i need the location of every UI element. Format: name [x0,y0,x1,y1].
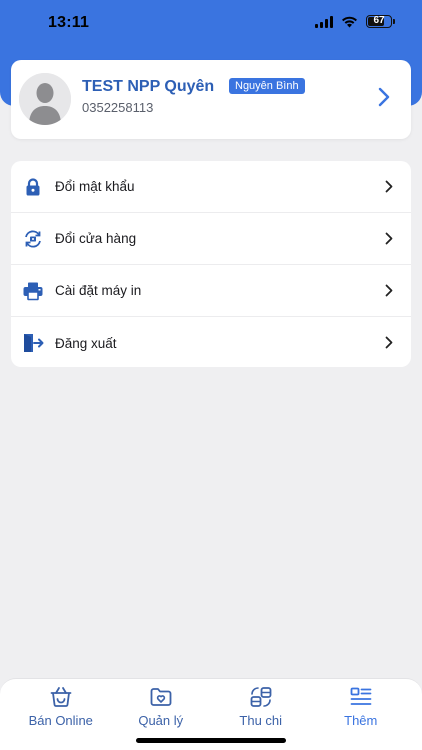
chevron-right-icon [385,180,393,193]
tab-label: Bán Online [28,713,93,728]
tab-label: Quản lý [138,713,184,728]
wifi-icon [342,16,357,27]
tab-label: Thêm [344,713,378,728]
chevron-right-icon [385,336,393,349]
tab-ban-online[interactable]: Bán Online [8,679,114,729]
menu-item-printer-settings[interactable]: Cài đặt máy in [11,265,411,317]
signal-icon [315,15,333,28]
menu-item-label: Đăng xuất [55,335,117,351]
menu-item-change-password[interactable]: Đổi mật khẩu [11,161,411,213]
lock-icon [26,177,40,195]
chevron-right-icon [385,284,393,297]
home-indicator [136,738,286,743]
status-time: 13:11 [48,14,90,31]
menu-item-label: Cài đặt máy in [55,283,142,298]
tab-quan-ly[interactable]: Quản lý [108,679,214,729]
battery-level: 67 [373,15,385,26]
profile-name: TEST NPP Quyên [82,78,215,95]
settings-menu: Đổi mật khẩu Đổi cửa hàng Cài đặt máy in… [11,161,411,367]
logout-icon [24,334,44,352]
basket-icon [50,687,72,707]
chevron-right-icon [378,87,390,107]
printer-icon [23,282,43,300]
battery-icon: 67 [366,15,395,28]
exchange-icon [250,687,272,707]
tab-label: Thu chi [239,713,283,728]
chevron-right-icon [385,232,393,245]
profile-card[interactable]: TEST NPP Quyên Nguyên Bình 0352258113 [11,60,411,139]
menu-list-icon [350,687,372,705]
tab-them[interactable]: Thêm [308,679,414,729]
person-icon [19,73,71,125]
status-indicators: 67 [315,15,395,28]
menu-item-logout[interactable]: Đăng xuất [11,317,411,369]
avatar [19,73,71,125]
profile-phone: 0352258113 [82,100,154,115]
menu-item-label: Đổi mật khẩu [55,179,135,194]
menu-item-change-store[interactable]: Đổi cửa hàng [11,213,411,265]
store-badge: Nguyên Bình [229,78,305,94]
folder-heart-icon [150,688,172,706]
status-bar: 13:11 67 [0,0,422,46]
menu-item-label: Đổi cửa hàng [55,231,137,246]
tab-thu-chi[interactable]: Thu chi [208,679,314,729]
store-swap-icon [25,230,41,247]
